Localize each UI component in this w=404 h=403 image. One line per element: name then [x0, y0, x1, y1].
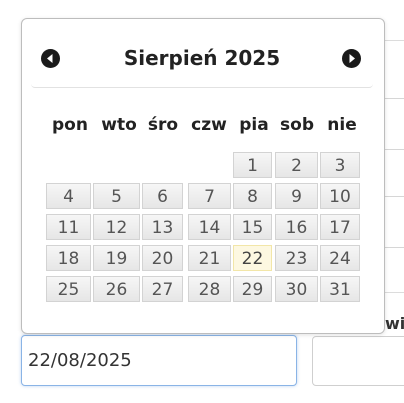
day-cell[interactable]: 19	[93, 245, 140, 271]
day-cell[interactable]: 25	[46, 276, 91, 302]
day-cell[interactable]: 16	[275, 214, 318, 240]
day-cell[interactable]: 23	[275, 245, 318, 271]
weekday-label: pia	[239, 115, 269, 135]
day-cell[interactable]: 2	[275, 152, 318, 178]
day-cell-selected[interactable]: 22	[233, 245, 272, 271]
weekday-label: pon	[52, 115, 88, 135]
weekday-label: sob	[280, 115, 314, 135]
day-cell[interactable]: 31	[320, 276, 360, 302]
date-input[interactable]	[21, 335, 297, 386]
day-cell[interactable]: 21	[188, 245, 231, 271]
day-cell[interactable]: 14	[188, 214, 231, 240]
day-cell[interactable]: 5	[93, 183, 140, 209]
day-cell[interactable]: 6	[142, 183, 183, 209]
weekday-label: nie	[327, 115, 357, 135]
weekday-label: śro	[147, 115, 179, 135]
day-cell[interactable]: 26	[93, 276, 140, 302]
datepicker-popup: Sierpień 2025 pon wto śro czw pia sob ni…	[21, 18, 385, 334]
datepicker-header: Sierpień 2025	[31, 29, 373, 88]
day-cell[interactable]: 12	[93, 214, 140, 240]
day-cell[interactable]: 11	[46, 214, 91, 240]
day-cell[interactable]: 3	[320, 152, 360, 178]
day-cell[interactable]: 27	[142, 276, 183, 302]
day-cell[interactable]: 29	[233, 276, 272, 302]
day-cell[interactable]: 13	[142, 214, 183, 240]
day-cell[interactable]: 30	[275, 276, 318, 302]
day-cell[interactable]: 7	[188, 183, 231, 209]
chevron-right-circle-icon[interactable]	[342, 49, 361, 68]
month-year-title: Sierpień 2025	[123, 46, 281, 70]
chevron-left-circle-icon[interactable]	[41, 49, 60, 68]
day-cell[interactable]: 8	[233, 183, 272, 209]
day-cell[interactable]: 10	[320, 183, 360, 209]
day-cell[interactable]: 4	[46, 183, 91, 209]
day-cell[interactable]: 24	[320, 245, 360, 271]
adjacent-input[interactable]	[312, 336, 404, 386]
day-cell[interactable]: 28	[188, 276, 231, 302]
day-cell[interactable]: 18	[46, 245, 91, 271]
partial-field-label: wi	[385, 314, 404, 333]
day-cell[interactable]: 17	[320, 214, 360, 240]
day-cell[interactable]: 9	[275, 183, 318, 209]
day-cell[interactable]: 20	[142, 245, 183, 271]
weekday-label: wto	[101, 115, 137, 135]
weekday-label: czw	[191, 115, 227, 135]
day-cell[interactable]: 15	[233, 214, 272, 240]
day-cell[interactable]: 1	[233, 152, 272, 178]
